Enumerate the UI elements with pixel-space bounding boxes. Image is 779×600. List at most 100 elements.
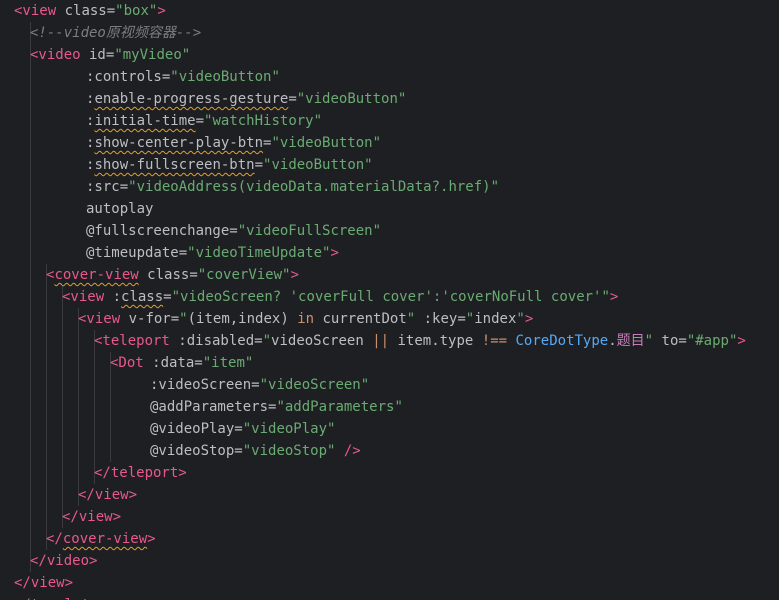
code-line[interactable]: :controls="videoButton" (86, 66, 280, 88)
code-line[interactable]: @fullscreenchange="videoFullScreen" (86, 220, 381, 242)
code-token: = (234, 443, 243, 459)
code-line[interactable]: @videoPlay="videoPlay" (150, 418, 335, 440)
code-token: = (106, 3, 116, 19)
code-line[interactable]: :initial-time="watchHistory" (86, 110, 322, 132)
code-token: "videoScreen" (259, 377, 370, 393)
code-token: <view (62, 289, 105, 305)
code-token: <Dot (110, 355, 144, 371)
code-token: </view> (14, 575, 74, 591)
code-token: @addParameters (150, 399, 269, 415)
code-token: in (297, 311, 315, 327)
code-line[interactable]: </view> (14, 572, 73, 594)
code-token: "videoButton" (296, 91, 407, 107)
code-token: "coverView" (197, 267, 291, 283)
code-token: :videoScreen (150, 377, 252, 393)
code-line[interactable]: <view v-for="(item,index) in currentDot"… (78, 308, 533, 330)
code-token: > (330, 245, 339, 261)
code-token: > (157, 3, 166, 19)
code-line[interactable]: <Dot :data="item" (110, 352, 253, 374)
code-token: . (608, 333, 617, 349)
code-token: = (229, 223, 238, 239)
code-token: v-for (120, 311, 171, 327)
code-token: " (516, 311, 525, 327)
code-line[interactable]: </teleport> (94, 462, 187, 484)
code-token: "videoScreen? 'coverFull cover':'coverNo… (171, 289, 610, 305)
code-token: item.type (389, 333, 482, 349)
code-token: "videoPlay" (242, 421, 336, 437)
code-token: CoreDotType (507, 333, 609, 349)
code-line[interactable]: </video> (30, 550, 97, 572)
code-line[interactable]: :videoScreen="videoScreen" (150, 374, 369, 396)
code-token: "videoTimeUpdate" (187, 245, 331, 261)
code-token: autoplay (86, 201, 154, 217)
code-token: <view (14, 3, 57, 19)
code-token: = (194, 355, 203, 371)
code-token: </teleport> (94, 465, 187, 481)
code-token: "addParameters" (276, 399, 403, 415)
code-token: :key (415, 311, 458, 327)
code-token: enable-progress-gesture (94, 91, 289, 107)
code-token: > (524, 311, 534, 327)
code-line[interactable]: <video id="myVideo" (30, 44, 190, 66)
code-token: = (195, 113, 205, 129)
code-token: "videoButton" (170, 69, 280, 85)
code-token: > (737, 333, 746, 349)
code-line[interactable]: @timeupdate="videoTimeUpdate"> (86, 242, 339, 264)
code-token: @videoStop (150, 443, 235, 459)
code-token: " (262, 333, 272, 349)
code-token: initial-time (94, 113, 196, 129)
code-token: id (80, 47, 106, 63)
code-token: @videoPlay (150, 421, 235, 437)
code-token: = (189, 267, 198, 283)
code-token: <teleport (94, 333, 170, 349)
code-line[interactable]: </view> (62, 506, 121, 528)
code-token: = (254, 333, 263, 349)
code-token: currentDot (314, 311, 407, 327)
code-line[interactable]: :show-fullscreen-btn="videoButton" (86, 154, 373, 176)
code-token: class (121, 289, 164, 305)
code-token: show-fullscreen-btn (94, 157, 255, 173)
indent-guide (46, 264, 47, 550)
code-line[interactable]: <!--video原视频容器--> (30, 22, 201, 44)
code-line[interactable]: :enable-progress-gesture="videoButton" (86, 88, 406, 110)
code-token: = (178, 245, 188, 261)
code-token: = (678, 333, 687, 349)
code-line[interactable]: </view> (78, 484, 137, 506)
code-editor[interactable]: <view class="box"> <!--video原视频容器--> <vide… (0, 0, 779, 600)
code-token: " (465, 311, 475, 327)
code-token: <video (30, 47, 81, 63)
code-token: = (251, 377, 260, 393)
code-token: "#app" (686, 333, 738, 349)
code-line[interactable]: <cover-view class="coverView"> (46, 264, 299, 286)
code-token: to (653, 333, 679, 349)
code-token: (item,index) (187, 311, 298, 327)
code-token: "videoButton" (271, 135, 382, 151)
code-token: = (234, 421, 243, 437)
code-line[interactable]: <view class="box"> (14, 0, 166, 22)
code-token: " (179, 311, 188, 327)
indent-guide (30, 22, 31, 572)
code-line[interactable]: </cover-view> (46, 528, 156, 550)
code-line[interactable]: @addParameters="addParameters" (150, 396, 403, 418)
code-token: = (163, 289, 172, 305)
code-token: = (457, 311, 466, 327)
code-token: /> (335, 443, 361, 459)
code-line[interactable]: :show-center-play-btn="videoButton" (86, 132, 381, 154)
code-line[interactable]: <teleport :disabled="videoScreen || item… (94, 330, 746, 352)
code-line[interactable]: :src="videoAddress(videoData.materialDat… (86, 176, 499, 198)
code-token: "item" (202, 355, 254, 371)
code-token: : (104, 289, 122, 305)
code-token: :src (86, 179, 120, 195)
code-line[interactable]: autoplay (86, 198, 153, 220)
code-line[interactable]: <view :class="videoScreen? 'coverFull co… (62, 286, 618, 308)
code-token: videoScreen (271, 333, 373, 349)
code-token: > (147, 531, 156, 547)
code-token: index (474, 311, 517, 327)
code-token: <!--video原视频容器--> (30, 25, 202, 41)
code-token: cover-view (54, 267, 139, 283)
indent-guide (62, 286, 63, 528)
code-token: = (170, 311, 180, 327)
code-line[interactable]: @videoStop="videoStop" /> (150, 440, 361, 462)
code-token: 题目 (616, 333, 645, 349)
code-line[interactable]: </template> (14, 594, 107, 600)
